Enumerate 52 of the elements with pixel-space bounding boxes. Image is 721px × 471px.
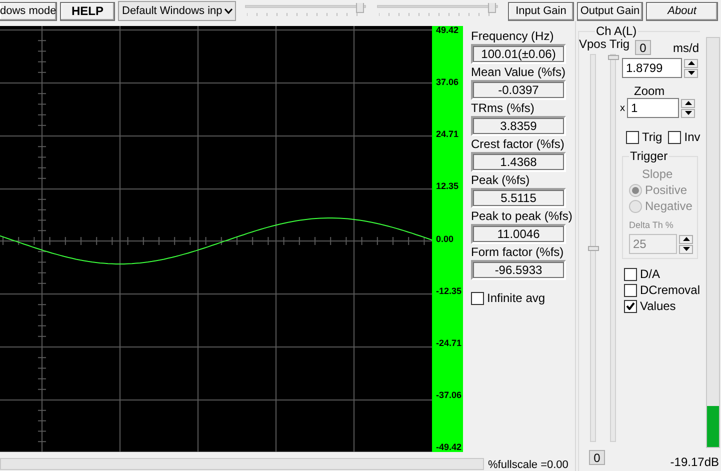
- measurement-value: 100.01(±0.06): [471, 44, 566, 64]
- measurement-label: Crest factor (%fs): [471, 137, 566, 152]
- gain-button[interactable]: Input Gain: [508, 2, 574, 20]
- fullscale-readout: %fullscale =0.00: [488, 459, 568, 471]
- scale-label: 37.06: [435, 78, 460, 88]
- measurement-label: TRms (%fs): [471, 101, 536, 116]
- device-select[interactable]: Default Windows inp: [118, 1, 236, 21]
- checkbox-label: Infinite avg: [487, 291, 546, 305]
- delta-label: Delta Th %: [629, 219, 674, 232]
- scale-label: 24.71: [435, 130, 460, 140]
- reset-button[interactable]: 0: [589, 450, 605, 465]
- scale-label: -24.71: [435, 338, 463, 348]
- measurement-label: Mean Value (%fs): [471, 65, 566, 80]
- scale-label: -12.35: [435, 286, 463, 296]
- radio-label: Positive: [645, 183, 688, 198]
- group-title: Trigger: [629, 149, 669, 163]
- timebase-field[interactable]: 1.8799: [622, 58, 682, 78]
- slider-label: Vpos: [579, 38, 606, 50]
- reset-button[interactable]: 0: [635, 40, 651, 55]
- scale-label: 0.00: [435, 234, 455, 244]
- measurement-label: Peak (%fs): [471, 173, 531, 188]
- measurement-value: 5.5115: [471, 188, 566, 208]
- measurement-label: Frequency (Hz): [471, 29, 555, 44]
- checkbox-label: Values: [640, 299, 676, 313]
- zoom-field[interactable]: 1: [627, 98, 679, 118]
- unit-label: ms/d: [673, 40, 700, 54]
- checkbox-label: DCremoval: [640, 283, 700, 297]
- scale-label: -49.42: [435, 443, 463, 452]
- help-button[interactable]: HELP: [60, 2, 115, 20]
- scale-label: 49.42: [435, 26, 460, 35]
- radio-label: Negative: [645, 199, 692, 214]
- about-button[interactable]: About: [646, 2, 718, 20]
- checkbox-label: Inv: [684, 130, 700, 144]
- slope-label: Slope: [641, 167, 674, 182]
- zoom-prefix: x: [620, 102, 625, 114]
- gain-button[interactable]: Output Gain: [577, 2, 643, 20]
- checkbox-label: D/A: [640, 267, 660, 281]
- scale-label: 12.35: [435, 182, 460, 192]
- measurement-value: 3.8359: [471, 116, 566, 136]
- meter-reading: -19.17dB: [670, 455, 719, 469]
- mode-button[interactable]: dows mode: [0, 2, 57, 20]
- measurement-value: -0.0397: [471, 80, 566, 100]
- measurement-label: Form factor (%fs): [471, 245, 565, 260]
- scale-label: -37.06: [435, 390, 463, 400]
- group-title: Ch A(L): [595, 24, 638, 38]
- slider-label: Trig: [609, 38, 630, 50]
- zoom-label: Zoom: [633, 85, 666, 98]
- measurement-value: 11.0046: [471, 224, 566, 244]
- checkbox-label: Trig: [642, 130, 662, 144]
- measurement-label: Peak to peak (%fs): [471, 209, 574, 224]
- measurement-value: 1.4368: [471, 152, 566, 172]
- measurement-value: -96.5933: [471, 260, 566, 280]
